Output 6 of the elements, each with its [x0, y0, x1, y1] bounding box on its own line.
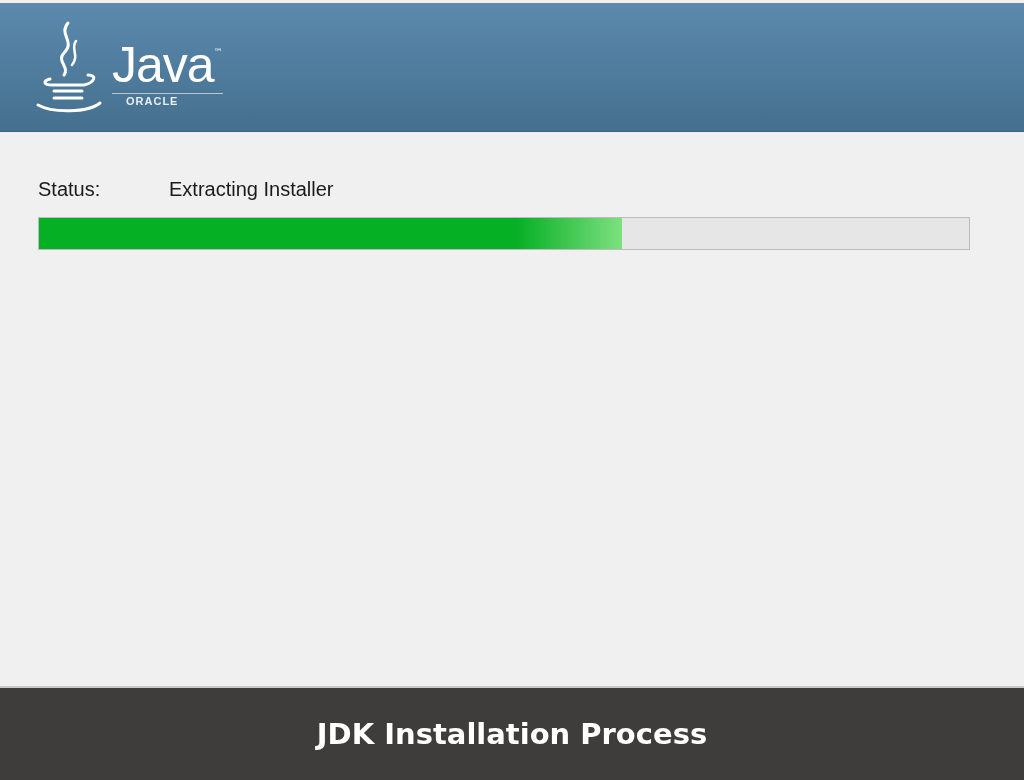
brand-text: ORACLE [126, 95, 179, 107]
logo-text: Java [112, 37, 214, 93]
status-text: Extracting Installer [169, 178, 334, 201]
trademark-sign: ™ [213, 47, 223, 57]
status-label: Status: [38, 178, 102, 201]
caption-text: JDK Installation Process [316, 717, 708, 751]
